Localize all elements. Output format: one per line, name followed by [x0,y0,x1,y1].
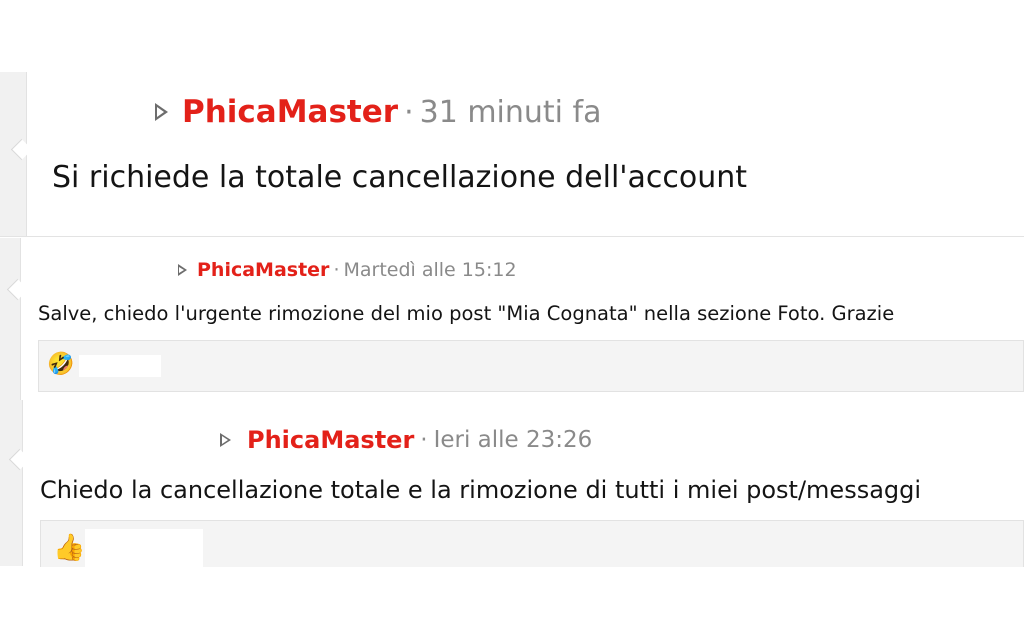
post-divider [0,236,1024,237]
comment-post: PhicaMaster · Martedì alle 15:12 Salve, … [0,238,1024,400]
comment-post: PhicaMaster · Ieri alle 23:26 Chiedo la … [0,400,1024,567]
meta-separator: · [404,94,414,130]
post-timestamp[interactable]: Martedì alle 15:12 [343,259,516,281]
meta-separator: · [420,427,428,453]
expand-triangle-icon[interactable] [220,433,231,447]
post-message: Chiedo la cancellazione totale e la rimo… [40,476,922,504]
post-header: PhicaMaster · Martedì alle 15:12 [178,259,517,281]
thread-gutter [0,72,33,237]
reaction-summary[interactable] [79,355,161,377]
author-name[interactable]: PhicaMaster [247,426,414,454]
author-name[interactable]: PhicaMaster [182,94,398,130]
thumbs-up-icon[interactable]: 👍 [53,535,85,561]
post-timestamp[interactable]: 31 minuti fa [420,95,602,130]
post-timestamp[interactable]: Ieri alle 23:26 [434,427,593,453]
expand-triangle-icon[interactable] [155,103,168,121]
thread-notch [10,138,33,161]
expand-triangle-icon[interactable] [178,264,187,276]
comment-thread: PhicaMaster · 31 minuti fa Si richiede l… [0,0,1024,627]
post-header: PhicaMaster · Ieri alle 23:26 [220,426,592,454]
post-message: Salve, chiedo l'urgente rimozione del mi… [38,302,895,325]
post-header: PhicaMaster · 31 minuti fa [155,94,601,130]
thread-notch [8,448,31,471]
reaction-bar: 🤣 [38,340,1024,392]
meta-separator: · [333,259,340,281]
reaction-summary[interactable] [85,529,203,567]
reaction-bar: 👍 [40,520,1024,567]
thread-gutter [0,400,31,566]
author-name[interactable]: PhicaMaster [197,259,329,281]
post-message: Si richiede la totale cancellazione dell… [52,160,748,195]
rofl-emoji-icon[interactable]: 🤣 [47,354,74,376]
thread-notch [6,278,29,301]
thread-gutter [0,238,29,400]
comment-post: PhicaMaster · 31 minuti fa Si richiede l… [0,72,1024,237]
